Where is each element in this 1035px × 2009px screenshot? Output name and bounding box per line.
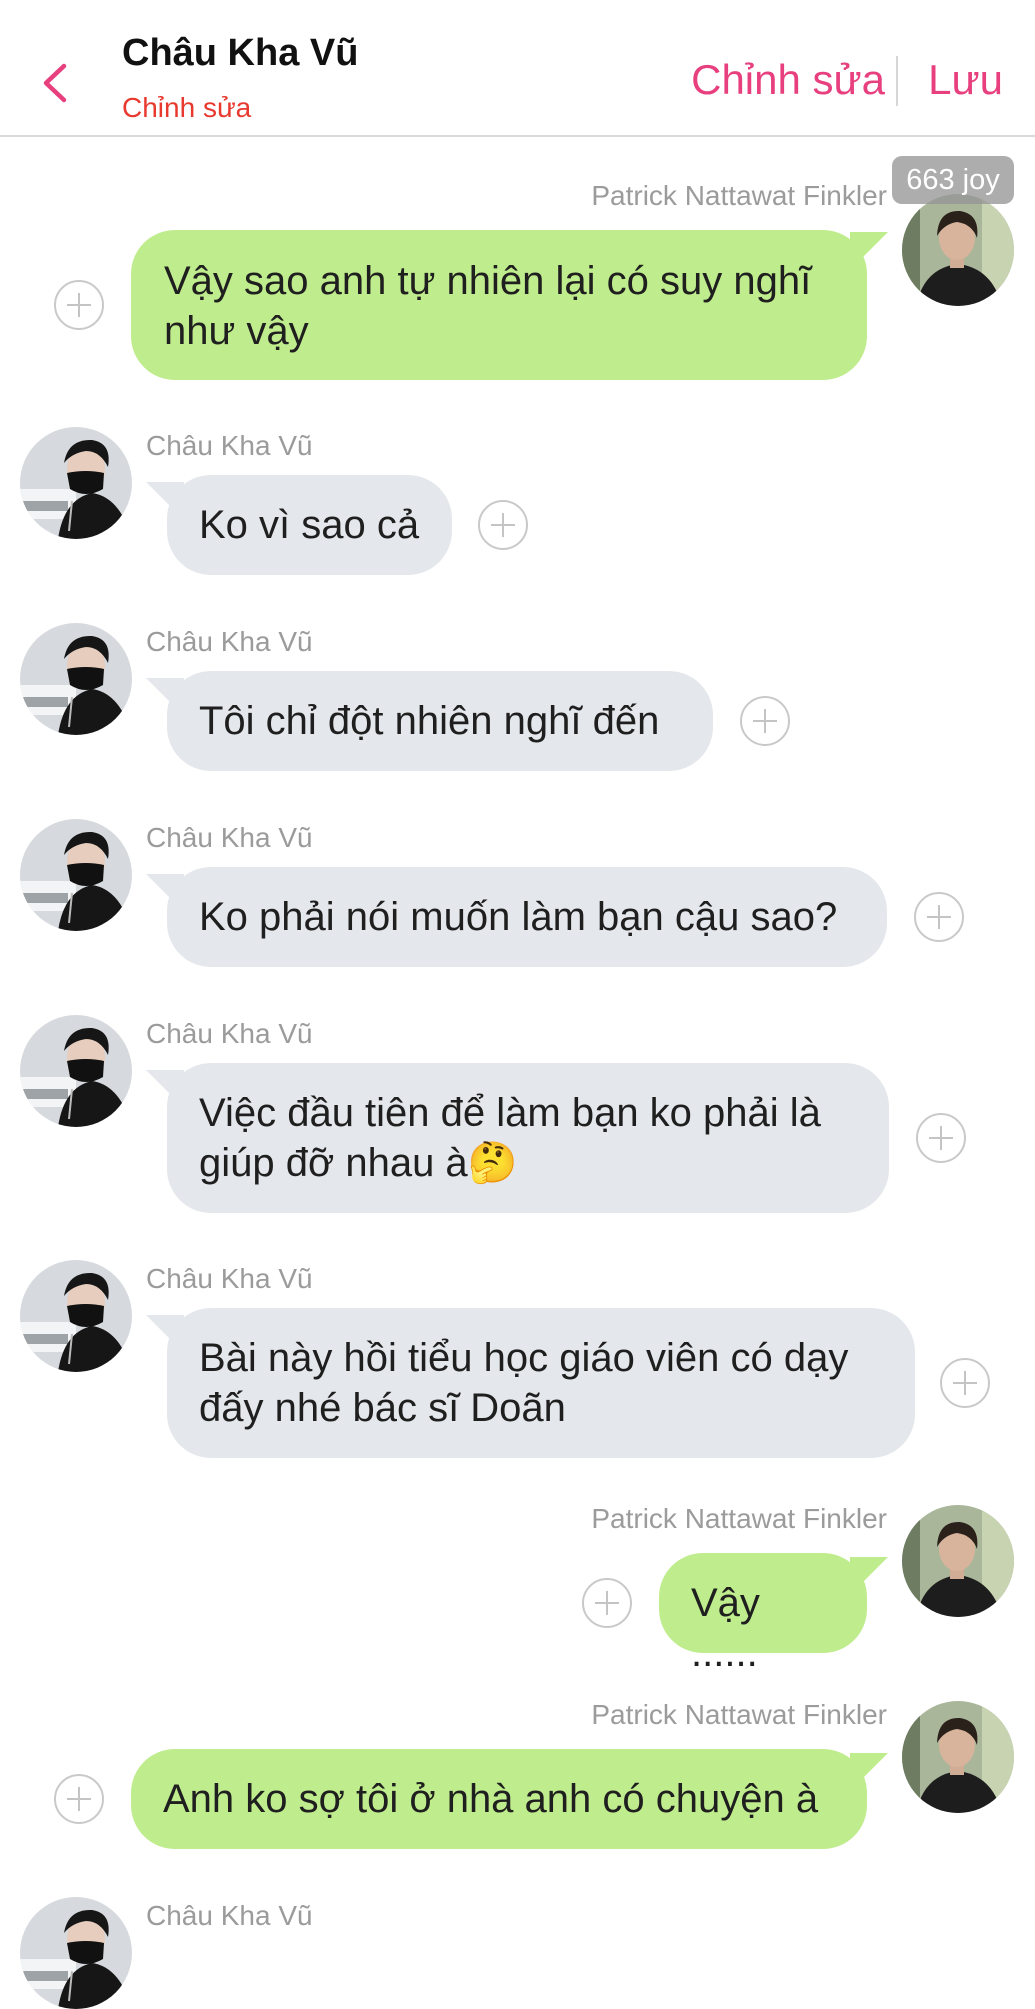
edit-button[interactable]: Chỉnh sửa (691, 56, 885, 104)
message-bubble[interactable]: Anh ko sợ tôi ở nhà anh có chuyện à (131, 1749, 867, 1849)
back-button[interactable] (30, 48, 80, 118)
chevron-left-icon (43, 63, 67, 103)
message-bubble[interactable]: Vậy ...... (659, 1553, 867, 1675)
message-bubble[interactable]: Ko phải nói muốn làm bạn cậu sao? (167, 867, 887, 967)
sender-name: Patrick Nattawat Finkler (591, 180, 887, 211)
message-row: Patrick Nattawat Finkler Vậy ...... (0, 1503, 1035, 1675)
message-bubble[interactable]: Bài này hồi tiểu học giáo viên có dạy đấ… (167, 1308, 915, 1458)
avatar[interactable] (902, 1701, 1014, 1813)
message-row: Châu Kha Vũ (0, 1895, 1035, 2009)
message-text-line: Ko phải nói muốn làm bạn cậu sao? (199, 895, 838, 939)
message-text-line: giúp đỡ nhau à🤔 (199, 1141, 518, 1185)
avatar[interactable] (20, 1897, 132, 2009)
message-text-line: như vậy (164, 309, 309, 353)
sender-name: Patrick Nattawat Finkler (591, 1699, 887, 1730)
add-reaction-button[interactable] (916, 1113, 966, 1163)
message-bubble[interactable]: Việc đầu tiên để làm bạn ko phải là giúp… (167, 1063, 889, 1213)
sender-name: Châu Kha Vũ (146, 1900, 313, 1931)
sender-name: Châu Kha Vũ (146, 430, 313, 461)
message-row: Châu Kha Vũ Ko vì sao cả (0, 425, 1035, 575)
add-reaction-button[interactable] (940, 1358, 990, 1408)
message-row: Patrick Nattawat Finkler Vậy sao anh tự … (0, 180, 1035, 380)
add-reaction-button[interactable] (740, 696, 790, 746)
message-text-line: Vậy ...... (691, 1581, 760, 1675)
sender-name: Châu Kha Vũ (146, 822, 313, 853)
chat-header: Châu Kha Vũ Chỉnh sửa Chỉnh sửa Lưu (0, 0, 1035, 137)
sender-name: Patrick Nattawat Finkler (591, 1503, 887, 1534)
save-button[interactable]: Lưu (928, 56, 1003, 104)
header-divider (896, 56, 898, 106)
sender-name: Châu Kha Vũ (146, 1018, 313, 1049)
add-reaction-button[interactable] (914, 892, 964, 942)
message-row: Patrick Nattawat Finkler Anh ko sợ tôi ở… (0, 1699, 1035, 1849)
chat-subtitle[interactable]: Chỉnh sửa (122, 92, 251, 124)
add-reaction-button[interactable] (582, 1578, 632, 1628)
message-row: Châu Kha Vũ Việc đầu tiên để làm bạn ko … (0, 1013, 1035, 1213)
avatar[interactable] (20, 819, 132, 931)
add-reaction-button[interactable] (54, 1774, 104, 1824)
avatar[interactable] (20, 623, 132, 735)
add-reaction-button[interactable] (54, 280, 104, 330)
message-text-line: Việc đầu tiên để làm bạn ko phải là (199, 1091, 821, 1135)
message-text-line: Tôi chỉ đột nhiên nghĩ đến (199, 699, 660, 743)
chat-title: Châu Kha Vũ (122, 32, 359, 74)
avatar[interactable] (902, 1505, 1014, 1617)
watermark-badge: 663 joy (892, 156, 1014, 204)
avatar[interactable] (902, 194, 1014, 306)
message-row: Châu Kha Vũ Tôi chỉ đột nhiên nghĩ đến (0, 621, 1035, 771)
message-text-line: Ko vì sao cả (199, 503, 420, 547)
message-text-line: Vậy sao anh tự nhiên lại có suy nghĩ (164, 259, 812, 303)
sender-name: Châu Kha Vũ (146, 1263, 313, 1294)
message-bubble[interactable]: Vậy sao anh tự nhiên lại có suy nghĩ như… (131, 230, 867, 380)
sender-name: Châu Kha Vũ (146, 626, 313, 657)
message-text-line: Anh ko sợ tôi ở nhà anh có chuyện à (163, 1777, 819, 1821)
message-row: Châu Kha Vũ Ko phải nói muốn làm bạn cậu… (0, 817, 1035, 967)
message-bubble[interactable]: Tôi chỉ đột nhiên nghĩ đến (167, 671, 713, 771)
message-bubble[interactable]: Ko vì sao cả (167, 475, 452, 575)
message-text-line: Bài này hồi tiểu học giáo viên có dạy (199, 1336, 849, 1380)
avatar[interactable] (20, 427, 132, 539)
add-reaction-button[interactable] (478, 500, 528, 550)
message-row: Châu Kha Vũ Bài này hồi tiểu học giáo vi… (0, 1258, 1035, 1458)
message-text-line: đấy nhé bác sĩ Doãn (199, 1386, 566, 1430)
avatar[interactable] (20, 1015, 132, 1127)
avatar[interactable] (20, 1260, 132, 1372)
